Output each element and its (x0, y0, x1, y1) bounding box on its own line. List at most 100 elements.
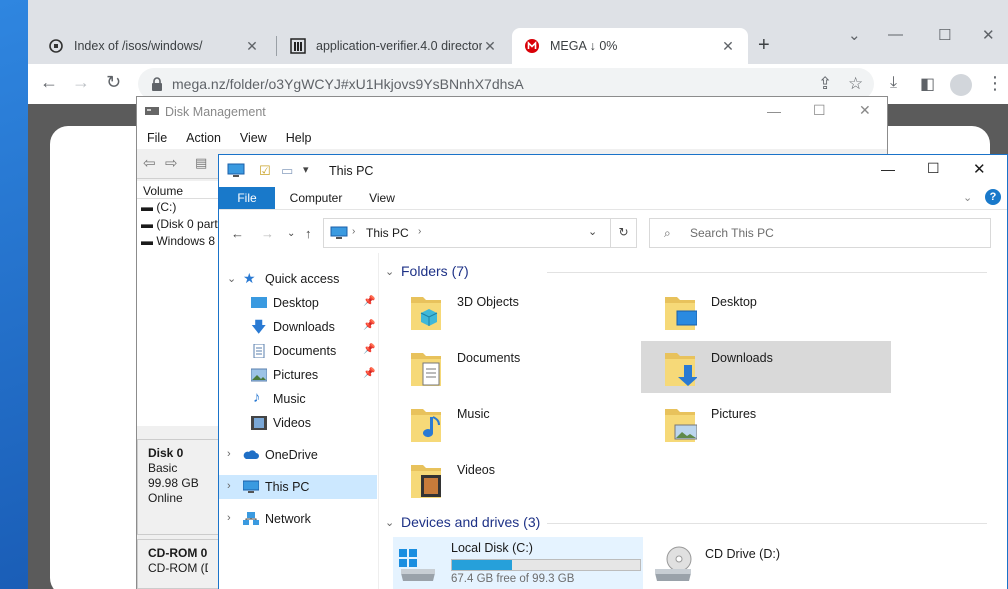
fe-minimize-button[interactable]: — (881, 161, 895, 177)
fe-forward-icon[interactable]: → (261, 226, 274, 241)
nav-documents[interactable]: Documents 📌 (219, 339, 377, 363)
folder-music[interactable]: Music (387, 397, 637, 449)
chevron-right-icon[interactable]: › (227, 448, 231, 460)
close-tab-icon[interactable]: ✕ (720, 38, 736, 55)
dm-volume-row[interactable]: ▬ Windows 8 (137, 233, 226, 250)
new-folder-icon[interactable]: ▭ (281, 163, 293, 179)
nav-downloads[interactable]: 🡇 Downloads 📌 (219, 315, 377, 339)
chevron-right-icon[interactable]: › (227, 480, 231, 492)
chrome-menu-icon[interactable]: ⋮ (986, 73, 1004, 94)
up-icon[interactable]: ↑ (305, 226, 312, 241)
drive-local-disk-c[interactable]: Local Disk (C:) 67.4 GB free of 99.3 GB (393, 537, 643, 589)
chevron-down-icon[interactable]: ⌄ (227, 272, 236, 285)
downloads-icon[interactable]: ⤓ (890, 74, 897, 92)
dm-menu-action[interactable]: Action (176, 127, 230, 149)
dm-disk0-panel[interactable]: Disk 0 Basic 99.98 GB Online (137, 439, 219, 535)
close-window-button[interactable]: ✕ (982, 26, 995, 44)
devices-section-header[interactable]: ⌄ Devices and drives (3) (379, 512, 999, 534)
chevron-down-icon[interactable]: ⌄ (385, 265, 394, 278)
minimize-button[interactable]: — (888, 26, 903, 43)
pin-icon[interactable]: 📌 (363, 344, 375, 355)
pin-icon[interactable]: 📌 (363, 320, 375, 331)
dm-properties-icon[interactable]: ▤ (195, 155, 207, 171)
recent-locations-icon[interactable]: ⌄ (287, 228, 295, 239)
profile-avatar[interactable] (950, 74, 972, 96)
dm-volume-row[interactable]: ▬ (Disk 0 part (137, 216, 226, 233)
tab-index-isos[interactable]: Index of /isos/windows/ ✕ (36, 28, 272, 64)
drive-name: Local Disk (C:) (451, 541, 533, 555)
chevron-right-icon[interactable]: › (227, 512, 231, 524)
folders-section-header[interactable]: ⌄ Folders (7) (379, 261, 999, 283)
dm-volume-header[interactable]: Volume (137, 181, 226, 199)
folder-downloads[interactable]: Downloads (641, 341, 891, 393)
drive-cd-d[interactable]: CD Drive (D:) (647, 537, 897, 589)
ribbon-tab-file[interactable]: File (219, 187, 275, 209)
chevron-down-icon[interactable]: ⌄ (385, 516, 394, 529)
pin-icon[interactable]: 📌 (363, 296, 375, 307)
dm-volume-name: Windows 8 (156, 234, 216, 248)
dm-close-button[interactable]: ✕ (859, 102, 871, 119)
fe-close-button[interactable]: ✕ (973, 160, 986, 178)
close-tab-icon[interactable]: ✕ (482, 38, 498, 55)
pin-icon[interactable]: 📌 (363, 368, 375, 379)
nav-label: Documents (273, 344, 337, 358)
chevron-right-icon[interactable]: › (352, 226, 355, 237)
nav-desktop[interactable]: Desktop 📌 (219, 291, 377, 315)
address-dropdown-icon[interactable]: ⌄ (588, 225, 597, 238)
search-input[interactable]: ⌕ Search This PC (649, 218, 991, 248)
share-icon[interactable]: ⇪ (818, 74, 832, 94)
nav-this-pc[interactable]: › This PC (219, 475, 377, 499)
ribbon-tab-view[interactable]: View (357, 187, 407, 209)
folder-documents[interactable]: Documents (387, 341, 637, 393)
dm-menu-view[interactable]: View (230, 127, 276, 149)
dm-back-icon[interactable]: ⇦ (143, 154, 156, 172)
new-tab-button[interactable]: + (758, 34, 770, 57)
nav-network[interactable]: › Network (219, 507, 377, 531)
nav-onedrive[interactable]: › OneDrive (219, 443, 377, 467)
folder-name: 3D Objects (457, 295, 519, 309)
breadcrumb[interactable]: › This PC › ⌄ (323, 218, 611, 248)
maximize-button[interactable]: ☐ (938, 26, 951, 44)
nav-videos[interactable]: Videos (219, 411, 377, 435)
tab-application-verifier[interactable]: application-verifier.4.0 directory ✕ (278, 28, 510, 64)
dm-volume-row[interactable]: ▬ (C:) (137, 199, 226, 216)
ribbon-tab-computer[interactable]: Computer (281, 187, 351, 209)
address-row: ← → ⌄ ↑ › This PC › ⌄ ↻ ⌕ Search This PC (219, 209, 1007, 253)
tab-search-icon[interactable]: ⌄ (848, 26, 861, 44)
chevron-right-icon[interactable]: › (418, 226, 421, 237)
folder-pictures[interactable]: Pictures (641, 397, 891, 449)
fe-maximize-button[interactable]: ☐ (927, 160, 940, 177)
dm-cdrom-panel[interactable]: CD-ROM 0 CD-ROM (D:) (137, 539, 219, 589)
fe-back-icon[interactable]: ← (231, 226, 244, 241)
download-arrow-icon: 🡇 (251, 319, 267, 336)
breadcrumb-this-pc[interactable]: This PC (366, 226, 409, 240)
dm-minimize-button[interactable]: — (767, 103, 781, 119)
this-pc-icon (227, 163, 245, 177)
reload-button[interactable]: ↻ (106, 72, 121, 93)
forward-button[interactable]: → (72, 72, 90, 93)
star-icon: ★ (243, 270, 256, 286)
nav-music[interactable]: ♪ Music (219, 387, 377, 411)
quick-access-toolbar-dropdown-icon[interactable]: ▾ (303, 163, 309, 176)
dm-forward-icon[interactable]: ⇨ (165, 154, 178, 172)
back-button[interactable]: ← (40, 72, 58, 93)
properties-icon[interactable]: ☑ (259, 163, 271, 179)
dm-maximize-button[interactable]: ☐ (813, 102, 826, 119)
side-panel-icon[interactable]: ◧ (920, 74, 935, 94)
nav-quick-access[interactable]: ⌄ ★ Quick access (219, 267, 377, 291)
refresh-button[interactable]: ↻ (611, 218, 637, 248)
close-tab-icon[interactable]: ✕ (244, 38, 260, 55)
bookmark-star-icon[interactable]: ☆ (848, 74, 863, 94)
dm-menu-file[interactable]: File (137, 127, 176, 149)
folder-desktop[interactable]: Desktop (641, 285, 891, 337)
folder-videos[interactable]: Videos (387, 453, 637, 505)
dm-menu-help[interactable]: Help (276, 127, 321, 149)
help-icon[interactable]: ? (985, 189, 1001, 205)
folder-3d-objects[interactable]: 3D Objects (387, 285, 637, 337)
nav-label: Videos (273, 416, 311, 430)
nav-pictures[interactable]: Pictures 📌 (219, 363, 377, 387)
documents-icon (253, 344, 265, 358)
expand-ribbon-icon[interactable]: ⌄ (963, 191, 972, 204)
tab-mega[interactable]: MEGA ↓ 0% ✕ (512, 28, 748, 64)
dm-volume-name: (C:) (156, 200, 177, 214)
